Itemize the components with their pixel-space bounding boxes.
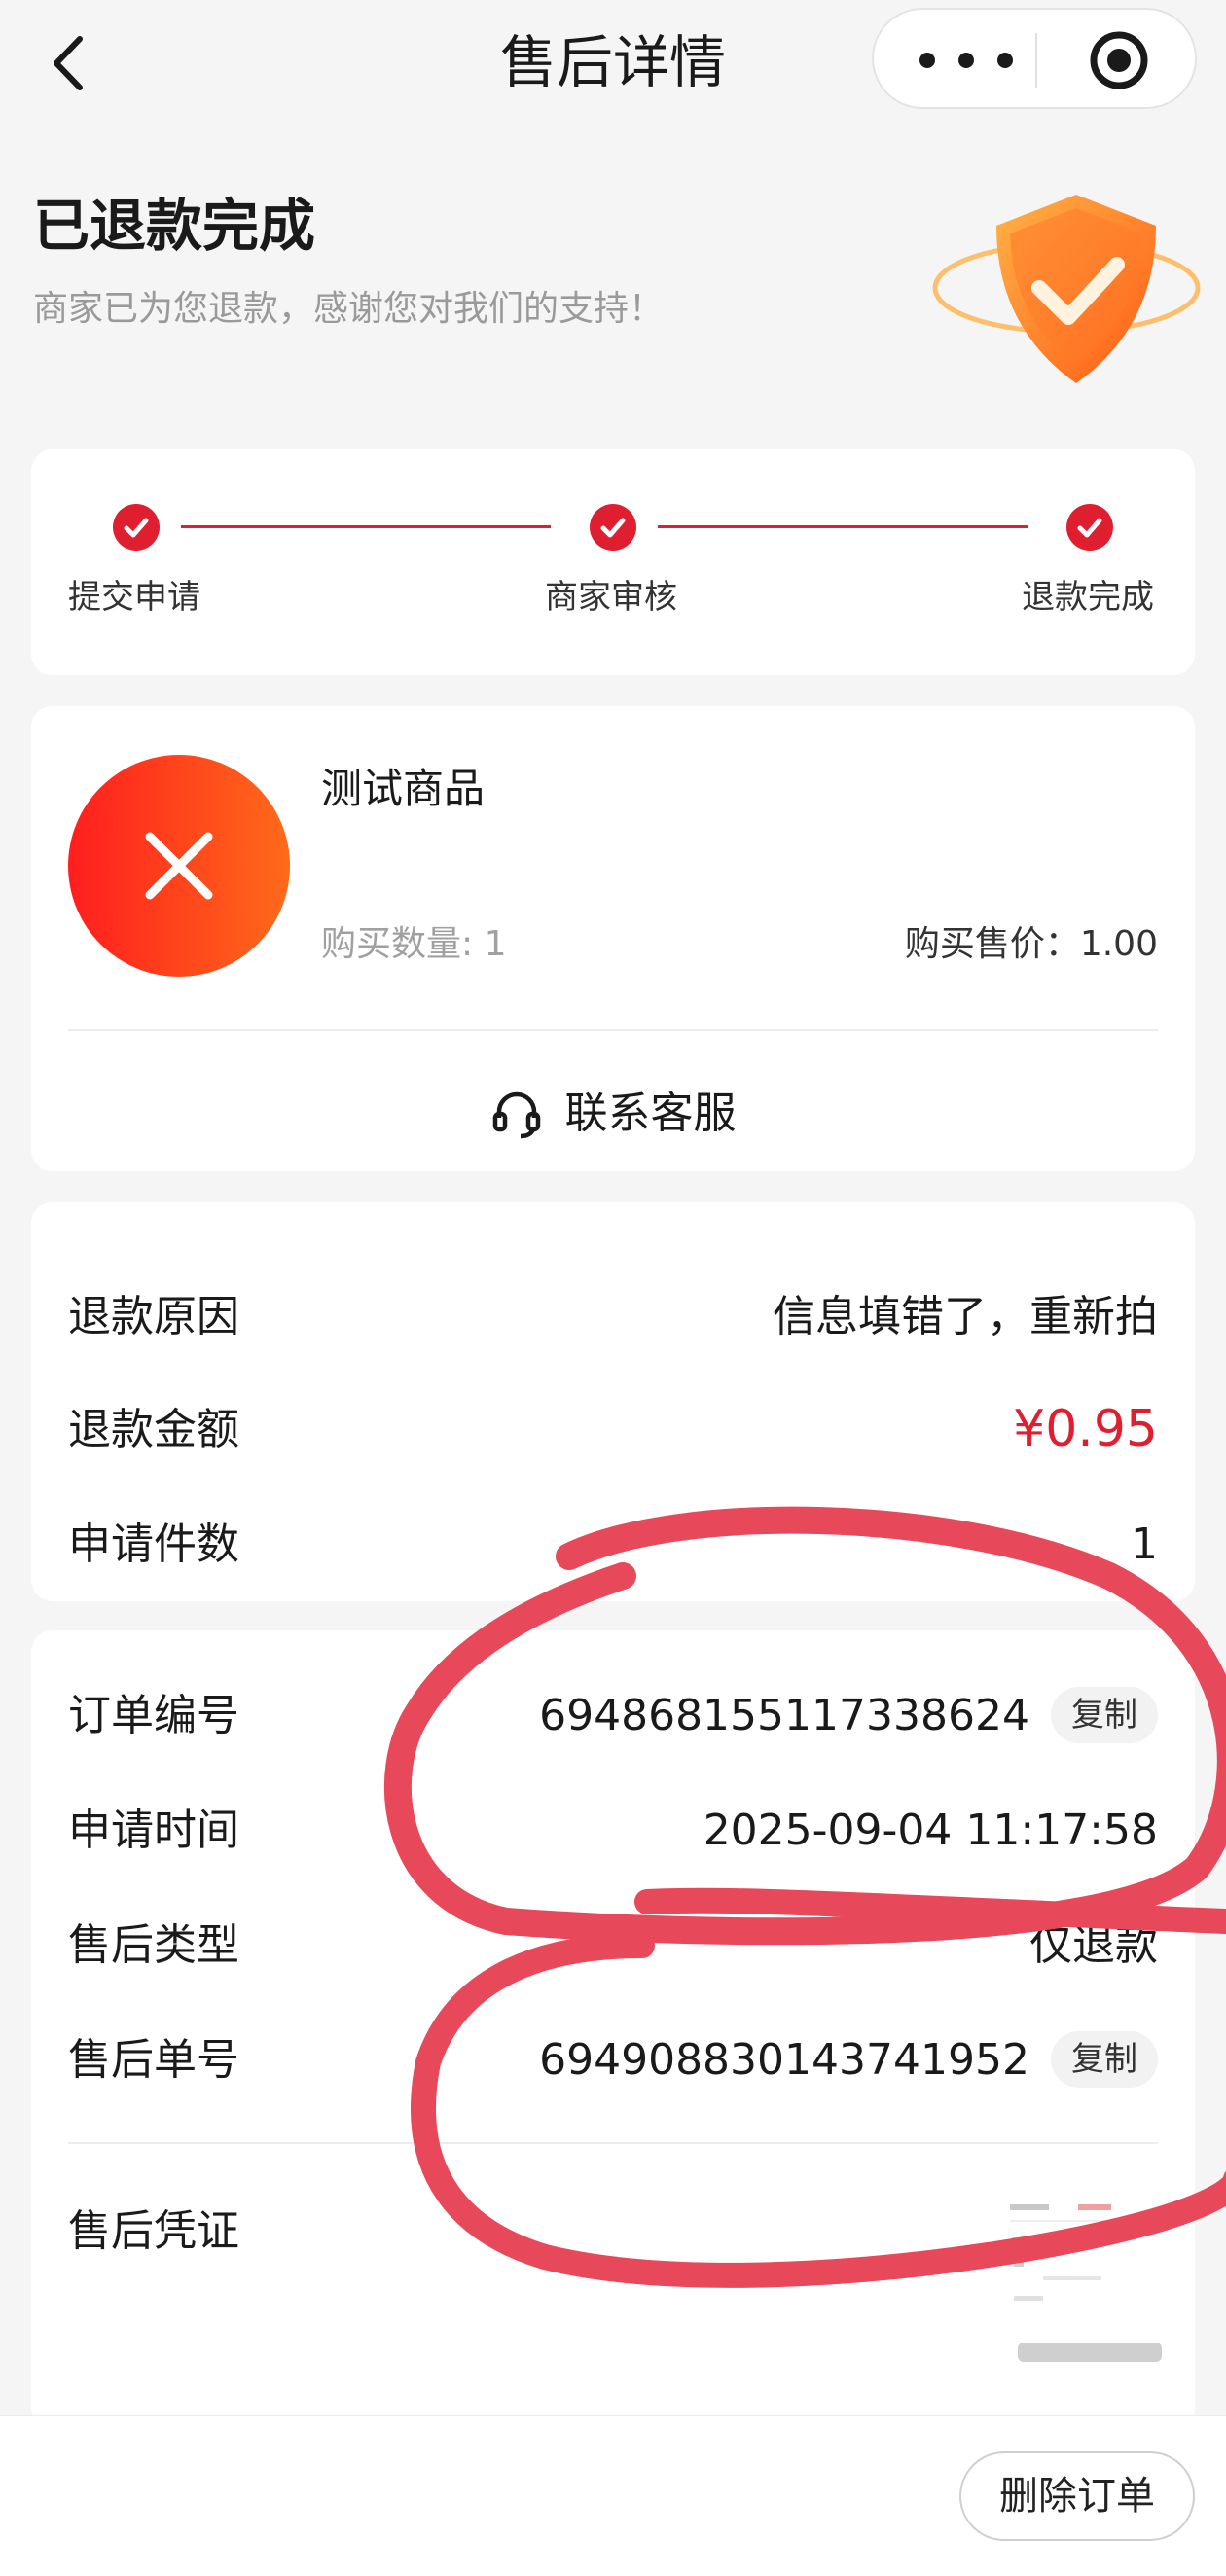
divider [68, 2142, 1158, 2144]
purchase-price: 购买售价：1.00 [904, 924, 1158, 964]
refund-amount-label: 退款金额 [68, 1405, 239, 1454]
aftersale-number-label: 售后单号 [68, 2035, 239, 2085]
apply-count-value: 1 [1131, 1520, 1158, 1569]
refund-reason-label: 退款原因 [68, 1292, 239, 1342]
capsule-divider [1035, 33, 1037, 88]
delete-order-button[interactable]: 删除订单 [959, 2451, 1195, 2541]
bottom-bar: 删除订单 [0, 2415, 1226, 2576]
step-label-review: 商家审核 [545, 578, 677, 617]
mini-program-capsule [872, 8, 1197, 109]
check-icon [113, 504, 160, 551]
copy-aftersale-number-button[interactable]: 复制 [1051, 2031, 1158, 2088]
apply-time-value: 2025-09-04 11:17:58 [703, 1806, 1158, 1855]
aftersale-number-value: 694908830143741952 [539, 2035, 1029, 2085]
step-label-submit: 提交申请 [68, 578, 200, 617]
apply-time-label: 申请时间 [68, 1806, 239, 1855]
step-connector [181, 525, 551, 528]
product-card: 测试商品 购买数量: 1 购买售价：1.00 联系客服 [31, 706, 1195, 1171]
evidence-label: 售后凭证 [68, 2206, 239, 2256]
check-icon [1066, 504, 1113, 551]
contact-service-button[interactable]: 联系客服 [31, 1080, 1195, 1148]
order-number-label: 订单编号 [68, 1691, 239, 1740]
close-target-icon[interactable] [1088, 29, 1150, 91]
divider [68, 1029, 1158, 1031]
headset-icon [489, 1087, 544, 1141]
refund-info-card: 退款原因 信息填错了，重新拍 退款金额 ¥0.95 申请件数 1 [31, 1202, 1195, 1601]
purchase-quantity: 购买数量: 1 [321, 924, 507, 964]
status-subtitle: 商家已为您退款，感谢您对我们的支持！ [33, 289, 665, 329]
refund-amount-value: ¥0.95 [1013, 1400, 1158, 1458]
apply-count-label: 申请件数 [68, 1520, 239, 1569]
step-connector [658, 525, 1028, 528]
shield-check-icon [911, 181, 1203, 405]
aftersale-type-label: 售后类型 [68, 1920, 239, 1970]
more-icon[interactable] [913, 39, 1020, 82]
evidence-thumbnail[interactable] [1004, 2199, 1185, 2364]
copy-order-number-button[interactable]: 复制 [1051, 1687, 1158, 1743]
status-title: 已退款完成 [33, 193, 316, 259]
order-info-card: 订单编号 694868155117338624 复制 申请时间 2025-09-… [31, 1630, 1195, 2428]
contact-service-label: 联系客服 [564, 1089, 737, 1138]
check-icon [590, 504, 636, 551]
product-image-placeholder[interactable] [68, 755, 290, 977]
progress-card: 提交申请 商家审核 退款完成 [31, 449, 1195, 675]
nav-bar: 售后详情 [0, 0, 1226, 126]
refund-reason-value: 信息填错了，重新拍 [773, 1292, 1158, 1342]
order-number-value: 694868155117338624 [539, 1691, 1029, 1740]
step-label-complete: 退款完成 [1022, 578, 1154, 617]
aftersale-type-value: 仅退款 [1029, 1920, 1158, 1970]
product-name: 测试商品 [321, 765, 486, 812]
